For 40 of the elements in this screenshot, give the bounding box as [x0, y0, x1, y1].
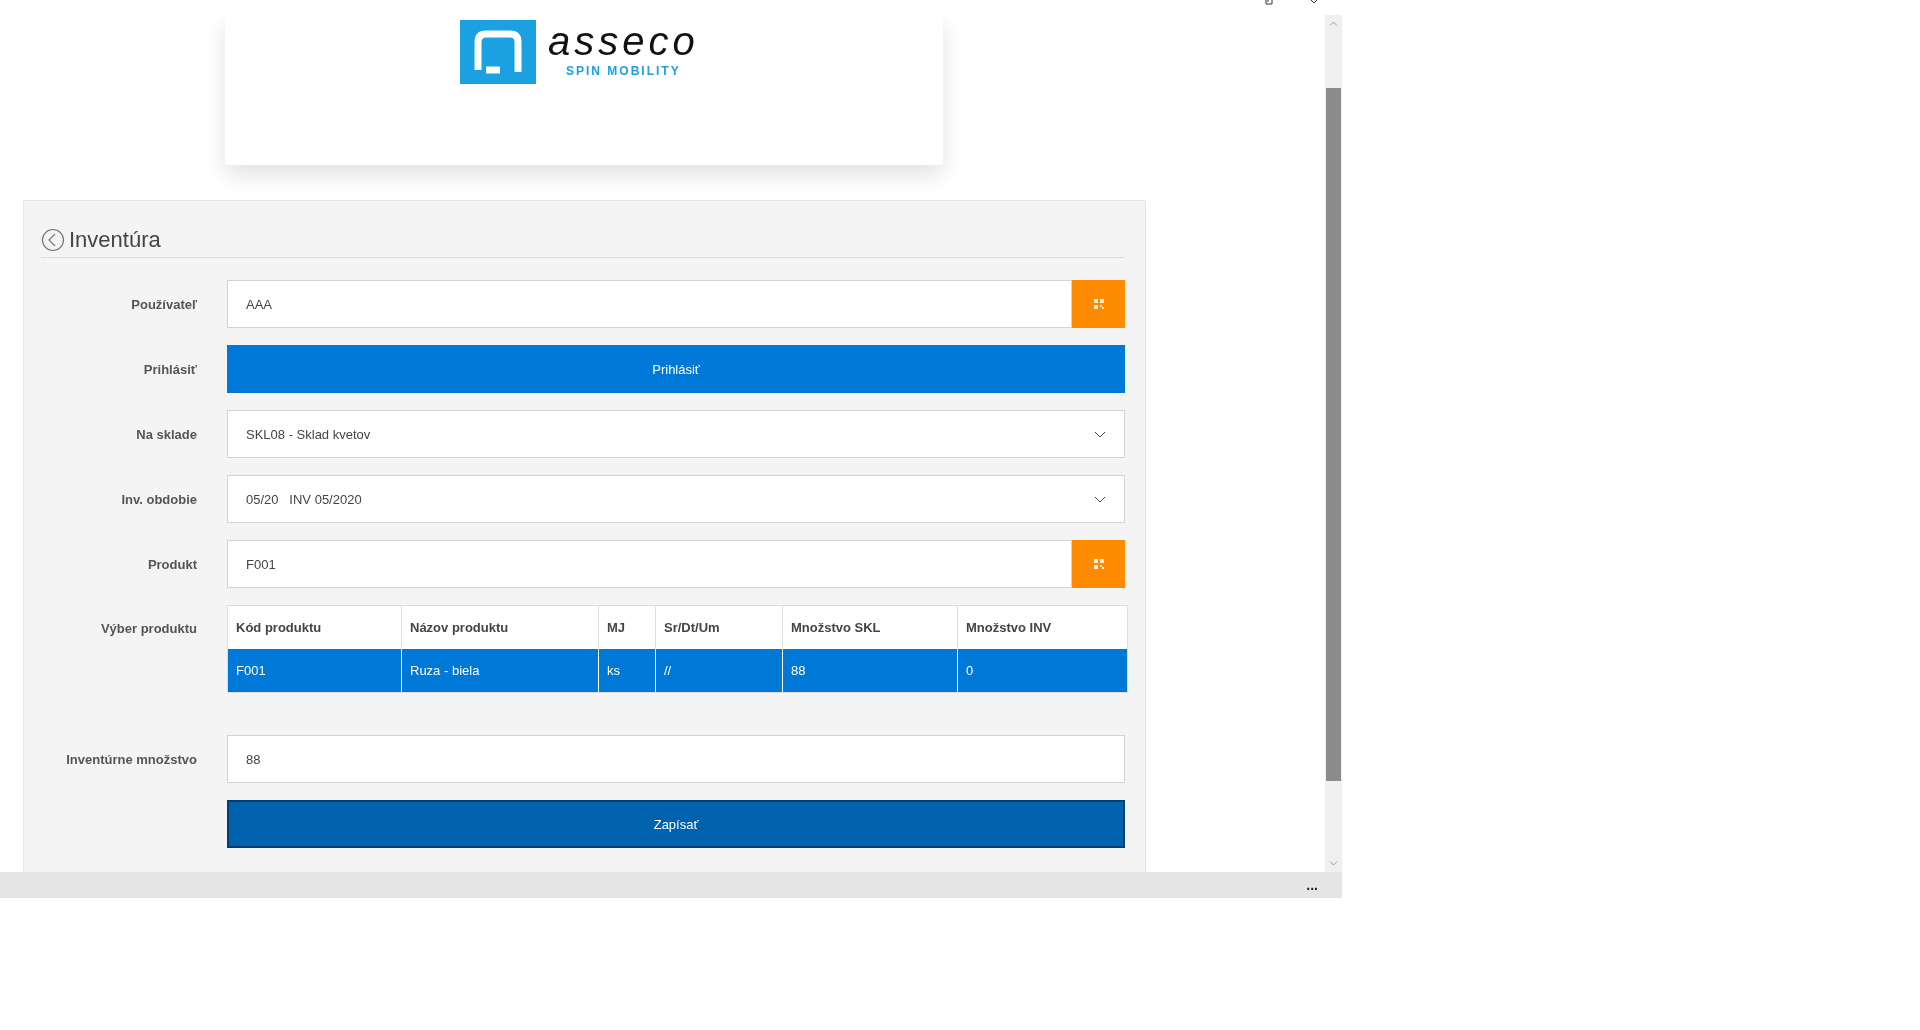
table-cell-text: F001: [235, 662, 267, 680]
scrollbar[interactable]: [1325, 15, 1342, 872]
scan-button[interactable]: [1072, 280, 1125, 328]
field-label: Prihlásiť: [143, 362, 197, 377]
field-label: Inventúrne množstvo: [66, 752, 197, 767]
chevron-down-icon: [1094, 495, 1106, 503]
table-cell: 0: [957, 649, 1127, 692]
dropdown[interactable]: SKL08 - Sklad kvetov: [227, 410, 1125, 458]
field-label: Používateľ: [131, 297, 197, 312]
logo-icon: [460, 20, 536, 84]
chevron-down-icon: [1094, 430, 1106, 438]
field-label: Produkt: [147, 557, 197, 572]
input-field[interactable]: AAA: [227, 280, 1072, 328]
table-cell: //: [655, 649, 782, 692]
back-icon[interactable]: [41, 228, 65, 252]
input-field[interactable]: F001: [227, 540, 1072, 588]
logo-tagline: SPIN MOBILITY: [566, 64, 681, 78]
field-label: Na sklade: [136, 427, 197, 442]
dropdown[interactable]: 05/20 INV 05/2020: [227, 475, 1125, 523]
scrollbar-thumb[interactable]: [1326, 88, 1341, 781]
more-menu[interactable]: ...: [1306, 877, 1318, 893]
restore-icon[interactable]: [1265, 0, 1275, 5]
scroll-up-icon[interactable]: [1329, 21, 1338, 26]
logo-wordmark: asseco: [548, 20, 699, 62]
field-label: Výber produktu: [100, 621, 197, 636]
input-field[interactable]: 88: [227, 735, 1125, 783]
login-button[interactable]: Prihlásiť: [227, 345, 1125, 393]
field-label: Inv. obdobie: [121, 492, 197, 507]
qr-code-icon: [1092, 558, 1105, 570]
scan-button[interactable]: [1072, 540, 1125, 588]
table-cell: ks: [598, 649, 655, 692]
table-cell: 88: [782, 649, 957, 692]
scroll-down-icon[interactable]: [1329, 861, 1338, 866]
page-title: Inventúra: [69, 227, 161, 253]
table-row[interactable]: F001 Ruza - biela ks // 88 0: [228, 649, 1127, 692]
table-cell: Ruza - biela: [401, 649, 598, 692]
close-icon[interactable]: [1309, 0, 1319, 5]
column-header: Kód produktu: [235, 619, 323, 637]
qr-code-icon: [1092, 298, 1105, 310]
save-button[interactable]: Zapísať: [227, 800, 1125, 848]
